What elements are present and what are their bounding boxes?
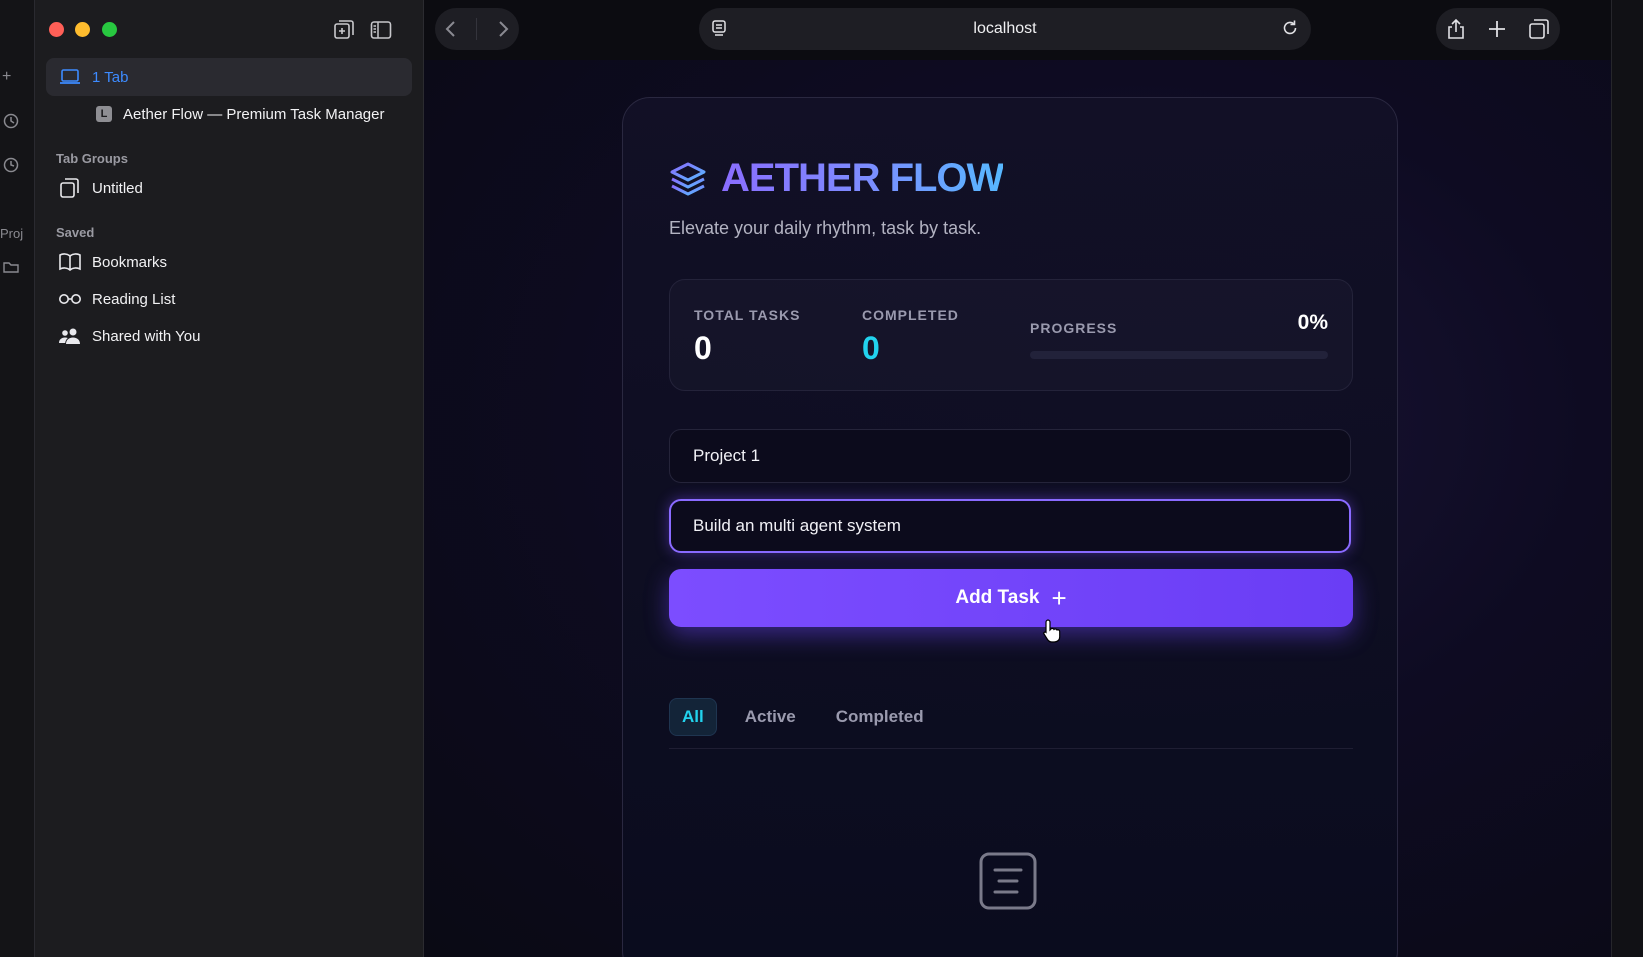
progress-label: PROGRESS (1030, 320, 1118, 336)
url-text: localhost (973, 20, 1037, 37)
filter-tabs: All Active Completed (669, 698, 952, 736)
project-input[interactable] (669, 429, 1351, 483)
browser-sidebar: 1 Tab L Aether Flow — Premium Task Manag… (35, 0, 424, 957)
app-title: AETHER FLOW (721, 156, 1004, 200)
toolbar-actions (1436, 8, 1560, 50)
page-menu-icon[interactable] (711, 20, 727, 38)
bookmarks-label: Bookmarks (92, 253, 168, 271)
sidebar-open-tab[interactable]: L Aether Flow — Premium Task Manager (46, 95, 412, 133)
progress-bar (1030, 351, 1328, 359)
sidebar-item-tabs[interactable]: 1 Tab (46, 58, 412, 96)
nav-divider (476, 18, 478, 40)
sidebar-item-reading-list[interactable]: Reading List (46, 280, 412, 318)
reading-list-label: Reading List (92, 290, 176, 308)
zoom-window-button[interactable] (102, 22, 117, 37)
reload-icon[interactable] (1281, 19, 1299, 37)
forward-icon[interactable] (496, 20, 510, 38)
close-window-button[interactable] (49, 22, 64, 37)
saved-heading: Saved (56, 225, 95, 240)
new-tab-group-icon[interactable] (332, 18, 356, 42)
task-input[interactable] (669, 499, 1351, 553)
tabs-row-label: 1 Tab (92, 68, 129, 86)
completed-value: 0 (862, 330, 880, 366)
laptop-icon (58, 66, 82, 88)
tab-overview-icon[interactable] (1528, 18, 1550, 40)
book-icon (58, 251, 82, 273)
progress-percent: 0% (1297, 311, 1328, 334)
web-page: AETHER FLOW Elevate your daily rhythm, t… (424, 60, 1611, 957)
pointer-cursor-icon (1043, 619, 1061, 643)
sidebar-item-bookmarks[interactable]: Bookmarks (46, 243, 412, 281)
plus-icon[interactable]: + (2, 68, 20, 86)
new-tab-icon[interactable] (1487, 19, 1507, 39)
filter-divider (669, 748, 1353, 749)
tab-group-label: Untitled (92, 179, 143, 197)
minimize-window-button[interactable] (75, 22, 90, 37)
sidebar-item-untitled-group[interactable]: Untitled (46, 169, 412, 207)
filter-all[interactable]: All (669, 698, 717, 736)
navigation-buttons (435, 8, 519, 50)
share-icon[interactable] (1446, 18, 1466, 40)
filter-active[interactable]: Active (733, 699, 808, 735)
folder-icon[interactable] (2, 258, 20, 276)
history-icon[interactable] (2, 112, 20, 130)
background-window-edge: + Proj (0, 0, 35, 957)
clock-icon[interactable] (2, 156, 20, 174)
sidebar-item-shared-with-you[interactable]: Shared with You (46, 317, 412, 355)
app-tagline: Elevate your daily rhythm, task by task. (669, 218, 982, 238)
partial-label: Proj (0, 226, 24, 241)
tab-group-icon (58, 177, 82, 199)
brand: AETHER FLOW (669, 156, 1004, 201)
browser-window: 1 Tab L Aether Flow — Premium Task Manag… (34, 0, 1643, 957)
layers-icon (670, 162, 706, 195)
people-icon (58, 325, 82, 347)
empty-list-icon (979, 852, 1037, 910)
filter-completed[interactable]: Completed (824, 699, 936, 735)
add-task-label: Add Task (955, 587, 1040, 608)
plus-icon: + (1051, 583, 1067, 613)
back-icon[interactable] (444, 20, 458, 38)
open-tab-title: Aether Flow — Premium Task Manager (123, 105, 385, 123)
add-task-button[interactable]: Add Task + (669, 569, 1353, 627)
completed-label: COMPLETED (862, 307, 959, 323)
glasses-icon (58, 288, 82, 310)
sidebar-toggle-icon[interactable] (369, 18, 393, 42)
shared-with-you-label: Shared with You (92, 327, 201, 345)
right-window-edge (1611, 0, 1643, 957)
stats-panel: TOTAL TASKS 0 COMPLETED 0 PROGRESS 0% (669, 279, 1353, 391)
tab-groups-heading: Tab Groups (56, 151, 128, 166)
favicon: L (96, 106, 112, 122)
address-bar[interactable]: localhost (699, 8, 1311, 50)
total-tasks-label: TOTAL TASKS (694, 307, 801, 323)
app-card: AETHER FLOW Elevate your daily rhythm, t… (622, 97, 1398, 957)
total-tasks-value: 0 (694, 330, 712, 366)
